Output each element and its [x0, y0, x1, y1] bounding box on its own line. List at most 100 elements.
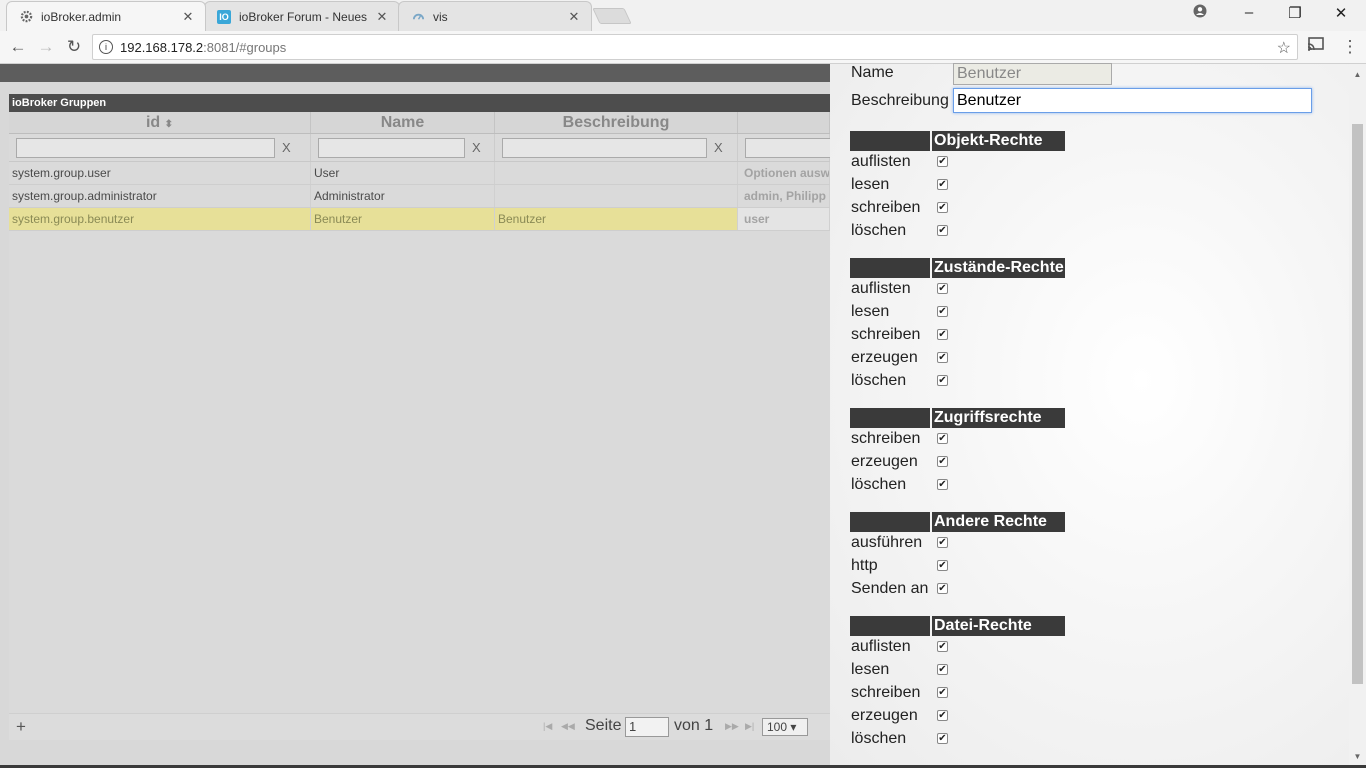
column-label: Beschreibung — [562, 114, 670, 131]
column-id[interactable]: id ⬍ — [9, 112, 311, 133]
rows-per-page-select[interactable]: 100 ▾ — [762, 718, 808, 736]
perm-checkbox[interactable]: ✔ — [937, 641, 948, 652]
name-field[interactable]: Benutzer — [953, 63, 1112, 85]
perm-label: erzeugen — [851, 453, 918, 470]
sort-icon: ⬍ — [164, 119, 174, 130]
perm-label: auflisten — [851, 153, 911, 170]
perm-checkbox[interactable]: ✔ — [937, 664, 948, 675]
minimize-icon[interactable]: – — [1237, 4, 1261, 21]
column-description[interactable]: Beschreibung — [495, 112, 738, 133]
section-title: Zugriffsrechte — [932, 408, 1065, 428]
perm-checkbox[interactable]: ✔ — [937, 456, 948, 467]
cell-description — [495, 162, 738, 184]
restore-icon[interactable]: ❐ — [1283, 4, 1307, 22]
perm-checkbox[interactable]: ✔ — [937, 687, 948, 698]
add-group-button[interactable]: + — [16, 717, 26, 737]
name-filter-input[interactable] — [318, 137, 465, 158]
close-tab-icon[interactable]: ✕ — [567, 9, 581, 25]
scroll-down-icon[interactable]: ▼ — [1349, 752, 1366, 761]
clear-filter-button[interactable]: X — [472, 140, 481, 155]
last-page-icon[interactable]: ▶| — [745, 721, 754, 732]
cell-members[interactable]: Optionen ausw — [738, 162, 830, 184]
table-row[interactable]: system.group.administrator Administrator… — [9, 185, 830, 208]
clear-filter-button[interactable]: X — [282, 140, 291, 155]
cell-members[interactable]: user — [738, 208, 830, 230]
prev-page-icon[interactable]: ◀◀ — [561, 721, 575, 732]
perm-checkbox[interactable]: ✔ — [937, 179, 948, 190]
perm-label: erzeugen — [851, 349, 918, 366]
tab-title: vis — [433, 9, 448, 24]
perm-checkbox[interactable]: ✔ — [937, 537, 948, 548]
perm-checkbox[interactable]: ✔ — [937, 375, 948, 386]
column-name[interactable]: Name — [311, 112, 495, 133]
column-members[interactable] — [738, 112, 830, 133]
description-label: Beschreibung — [851, 92, 949, 109]
perm-checkbox[interactable]: ✔ — [937, 156, 948, 167]
perm-row: http ✔ — [850, 555, 1065, 578]
new-tab-button[interactable] — [592, 8, 632, 24]
perm-row: schreiben ✔ — [850, 324, 1065, 347]
perm-row: löschen ✔ — [850, 474, 1065, 497]
description-field[interactable]: Benutzer — [953, 88, 1312, 113]
perm-checkbox[interactable]: ✔ — [937, 583, 948, 594]
perm-label: ausführen — [851, 534, 923, 551]
perm-checkbox[interactable]: ✔ — [937, 710, 948, 721]
menu-icon[interactable]: ⋮ — [1340, 37, 1360, 57]
bookmark-star-icon[interactable]: ☆ — [1277, 38, 1291, 58]
perm-checkbox[interactable]: ✔ — [937, 225, 948, 236]
close-window-icon[interactable]: ✕ — [1329, 4, 1353, 22]
tab-iobroker-forum[interactable]: IO ioBroker Forum - Neues ✕ — [204, 1, 400, 31]
column-label: id — [145, 114, 161, 131]
perm-checkbox[interactable]: ✔ — [937, 283, 948, 294]
scroll-up-icon[interactable]: ▲ — [1349, 70, 1366, 79]
next-page-icon[interactable]: ▶▶ — [725, 721, 739, 732]
description-filter-input[interactable] — [502, 137, 707, 158]
panel-title: ioBroker Gruppen — [9, 94, 830, 112]
address-bar[interactable]: i 192.168.178.2:8081/#groups ☆ — [92, 34, 1298, 60]
perm-checkbox[interactable]: ✔ — [937, 352, 948, 363]
pager: + |◀ ◀◀ Seite 1 von 1 ▶▶ ▶| 100 ▾ — [9, 713, 830, 740]
gear-icon — [19, 10, 33, 24]
section-object-rights: Objekt-Rechte auflisten ✔ lesen ✔ schreibe… — [850, 131, 1065, 243]
browser-tabstrip: ioBroker.admin ✕ IO ioBroker Forum - Neu… — [0, 0, 1366, 31]
perm-checkbox[interactable]: ✔ — [937, 560, 948, 571]
perm-row: Senden an ✔ — [850, 578, 1065, 601]
page-label: Seite — [585, 717, 622, 734]
close-tab-icon[interactable]: ✕ — [375, 9, 389, 25]
perm-label: auflisten — [851, 638, 911, 655]
perm-checkbox[interactable]: ✔ — [937, 479, 948, 490]
perm-label: löschen — [851, 476, 907, 493]
perm-row: auflisten ✔ — [850, 636, 1065, 659]
id-filter-input[interactable] — [16, 137, 275, 158]
perm-row: lesen ✔ — [850, 174, 1065, 197]
cast-icon[interactable] — [1306, 37, 1326, 56]
profile-icon[interactable] — [1188, 4, 1212, 22]
page-number-input[interactable]: 1 — [625, 717, 669, 737]
forward-icon[interactable]: → — [36, 37, 56, 57]
perm-label: schreiben — [851, 326, 921, 343]
perm-checkbox[interactable]: ✔ — [937, 433, 948, 444]
back-icon[interactable]: ← — [8, 37, 28, 57]
table-row-selected[interactable]: system.group.benutzer Benutzer Benutzer … — [9, 208, 830, 231]
grid-header: id ⬍ Name Beschreibung — [9, 112, 830, 134]
perm-row: schreiben ✔ — [850, 682, 1065, 705]
reload-icon[interactable]: ↻ — [64, 37, 84, 57]
scrollbar-thumb[interactable] — [1352, 124, 1363, 684]
tab-vis[interactable]: vis ✕ — [398, 1, 592, 31]
info-icon[interactable]: i — [99, 40, 113, 54]
perm-checkbox[interactable]: ✔ — [937, 306, 948, 317]
url-host: 192.168.178.2 — [120, 39, 204, 55]
perm-checkbox[interactable]: ✔ — [937, 202, 948, 213]
members-filter-input[interactable] — [745, 137, 835, 158]
tab-iobroker-admin[interactable]: ioBroker.admin ✕ — [6, 1, 206, 31]
cell-id: system.group.user — [9, 162, 311, 184]
table-row[interactable]: system.group.user User Optionen ausw — [9, 162, 830, 185]
dialog-scrollbar[interactable]: ▲ ▼ — [1349, 64, 1366, 765]
perm-checkbox[interactable]: ✔ — [937, 329, 948, 340]
filter-row: X X X — [9, 134, 835, 162]
perm-checkbox[interactable]: ✔ — [937, 733, 948, 744]
first-page-icon[interactable]: |◀ — [543, 721, 552, 732]
clear-filter-button[interactable]: X — [714, 140, 723, 155]
close-tab-icon[interactable]: ✕ — [181, 9, 195, 25]
cell-members[interactable]: admin, Philipp — [738, 185, 830, 207]
